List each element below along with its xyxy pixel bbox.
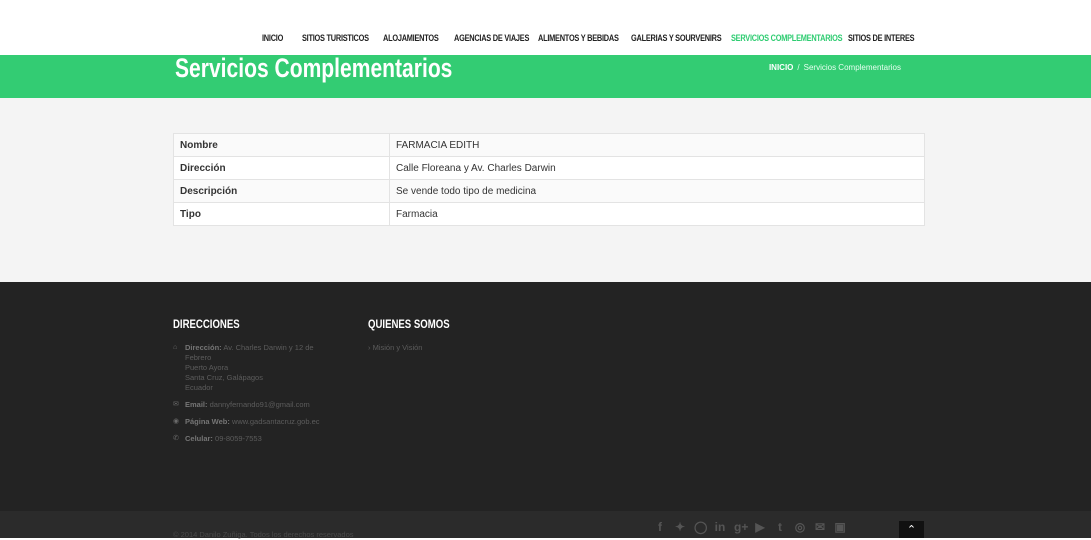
nav-item-servicios-complementarios[interactable]: SERVICIOS COMPLEMENTARIOS: [731, 33, 843, 43]
address-line: Puerto Ayora: [185, 363, 229, 372]
footer-about-column: QUIENES SOMOS › Misión y Visión: [368, 317, 470, 352]
main-navigation: INICIO SITIOS TURISTICOS ALOJAMIENTOS AG…: [0, 0, 1091, 55]
footer: DIRECCIONES ⌂ Dirección: Av. Charles Dar…: [0, 282, 1091, 511]
twitter-icon[interactable]: ✦: [674, 521, 686, 533]
address-line: Santa Cruz, Galápagos: [185, 373, 263, 382]
dribbble-icon[interactable]: ◎: [794, 521, 806, 533]
google-plus-icon[interactable]: g+: [734, 521, 748, 533]
email-link[interactable]: dannyfernando91@gmail.com: [210, 400, 310, 409]
linkedin-icon[interactable]: in: [714, 521, 726, 533]
table-row: Dirección Calle Floreana y Av. Charles D…: [173, 156, 925, 180]
field-label: Dirección: [173, 156, 390, 180]
email-icon[interactable]: ✉: [814, 521, 826, 533]
field-value: Calle Floreana y Av. Charles Darwin: [389, 156, 925, 180]
nav-item-alojamientos[interactable]: ALOJAMIENTOS: [383, 33, 439, 43]
nav-item-inicio[interactable]: INICIO: [262, 33, 283, 43]
footer-about-heading: QUIENES SOMOS: [368, 317, 450, 331]
bottom-bar: © 2014 Danilo Zuñiga. Todos los derechos…: [0, 511, 1091, 539]
web-item: ◉ Página Web: www.gadsantacruz.gob.ec: [173, 417, 320, 427]
address-item: ⌂ Dirección: Av. Charles Darwin y 12 de …: [173, 343, 320, 393]
globe-icon: ◉: [173, 418, 180, 425]
breadcrumb-current: Servicios Complementarios: [803, 63, 901, 72]
phone-value: 09-8059-7553: [215, 434, 262, 443]
page-title: Servicios Complementarios: [175, 53, 453, 83]
youtube-icon[interactable]: ▶: [754, 521, 766, 533]
field-value: Se vende todo tipo de medicina: [389, 179, 925, 203]
mision-vision-link[interactable]: › Misión y Visión: [368, 343, 470, 352]
facebook-icon[interactable]: f: [654, 521, 666, 533]
nav-item-sitios-de-interes[interactable]: SITIOS DE INTERES: [848, 33, 915, 43]
phone-label: Celular:: [185, 434, 213, 443]
social-links: f ✦ ◯ in g+ ▶ t ◎ ✉ ▣: [654, 518, 854, 533]
nav-item-agencias-de-viajes[interactable]: AGENCIAS DE VIAJES: [454, 33, 529, 43]
address-line: Febrero: [185, 353, 212, 362]
address-line: Av. Charles Darwin y 12 de: [223, 343, 314, 352]
chevron-up-icon[interactable]: ⌃: [899, 521, 924, 538]
email-label: Email:: [185, 400, 208, 409]
field-value: FARMACIA EDITH: [389, 133, 925, 157]
details-table: Nombre FARMACIA EDITH Dirección Calle Fl…: [173, 133, 925, 226]
home-icon: ⌂: [173, 344, 178, 351]
web-label: Página Web:: [185, 417, 230, 426]
contact-info: ⌂ Dirección: Av. Charles Darwin y 12 de …: [173, 343, 320, 444]
footer-directions-heading: DIRECCIONES: [173, 317, 240, 331]
nav-item-sitios-turisticos[interactable]: SITIOS TURISTICOS: [302, 33, 369, 43]
field-label: Tipo: [173, 202, 390, 226]
address-label: Dirección:: [185, 343, 222, 352]
phone-icon: ✆: [173, 435, 179, 442]
nav-item-galerias-y-sourvenirs[interactable]: GALERIAS Y SOURVENIRS: [631, 33, 722, 43]
table-row: Nombre FARMACIA EDITH: [173, 133, 925, 157]
address-line: Ecuador: [185, 383, 213, 392]
pinterest-icon[interactable]: ◯: [694, 521, 707, 533]
email-item: ✉ Email: dannyfernando91@gmail.com: [173, 400, 320, 410]
footer-links: › Misión y Visión: [368, 343, 470, 352]
breadcrumb: INICIO / Servicios Complementarios: [769, 63, 901, 72]
main-content: Nombre FARMACIA EDITH Dirección Calle Fl…: [0, 98, 1091, 282]
field-label: Descripción: [173, 179, 390, 203]
instagram-icon[interactable]: ▣: [834, 521, 846, 533]
tumblr-icon[interactable]: t: [774, 521, 786, 533]
breadcrumb-home-link[interactable]: INICIO: [769, 63, 793, 72]
footer-directions-column: DIRECCIONES ⌂ Dirección: Av. Charles Dar…: [173, 317, 320, 451]
phone-item: ✆ Celular: 09-8059-7553: [173, 434, 320, 444]
table-row: Descripción Se vende todo tipo de medici…: [173, 179, 925, 203]
page-title-banner: Servicios Complementarios INICIO / Servici…: [0, 53, 1091, 98]
table-row: Tipo Farmacia: [173, 202, 925, 226]
field-value: Farmacia: [389, 202, 925, 226]
breadcrumb-separator: /: [797, 63, 800, 72]
web-link[interactable]: www.gadsantacruz.gob.ec: [232, 417, 320, 426]
field-label: Nombre: [173, 133, 390, 157]
nav-item-alimentos-y-bebidas[interactable]: ALIMENTOS Y BEBIDAS: [538, 33, 619, 43]
envelope-icon: ✉: [173, 401, 179, 408]
